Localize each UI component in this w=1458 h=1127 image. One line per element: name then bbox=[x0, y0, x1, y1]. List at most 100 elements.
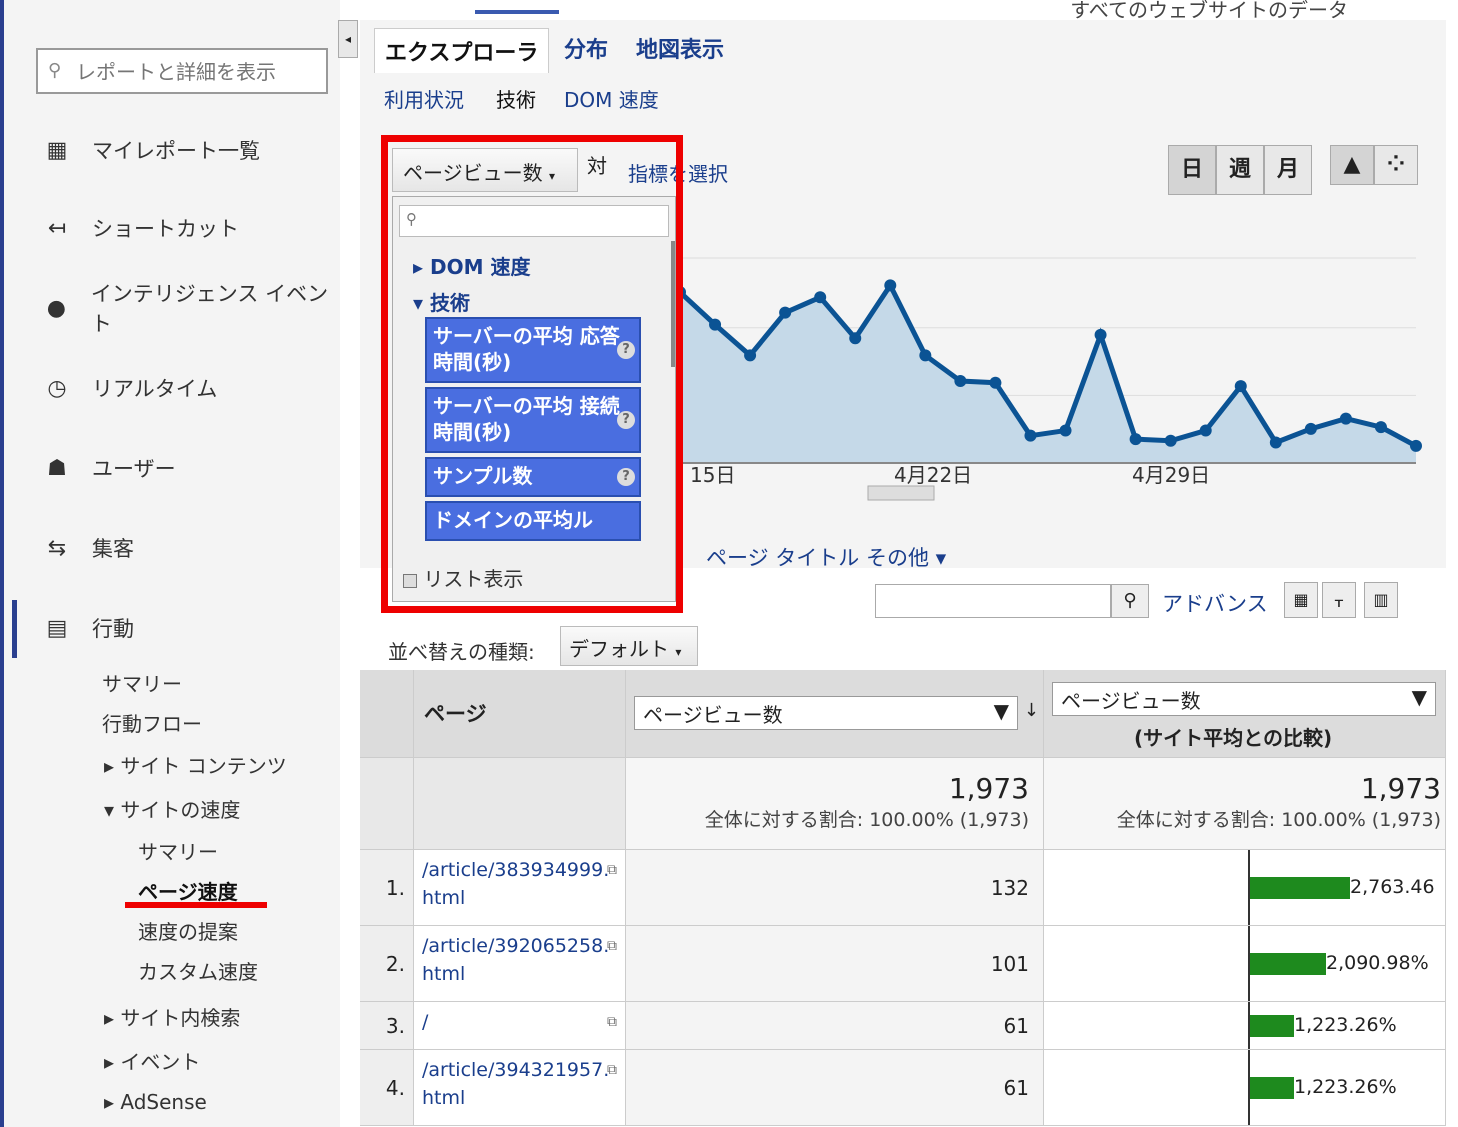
speed-custom[interactable]: カスタム速度 bbox=[138, 956, 258, 985]
subtab-usage[interactable]: 利用状況 bbox=[384, 84, 464, 113]
sub-events[interactable]: ▸ イベント bbox=[104, 1046, 200, 1075]
motion-chart-toggle-icon[interactable]: ⁘ bbox=[1374, 145, 1418, 185]
compare-value: 1,223.26% bbox=[1294, 1076, 1397, 1098]
total-note: 全体に対する割合: 100.00% (1,973) bbox=[1116, 809, 1441, 831]
data-table: ページ ページビュー数 ▼ ↓ ページビュー数 ▼ (サイト平均との比較) 1,97… bbox=[360, 670, 1446, 1127]
open-external-icon[interactable]: ⧉ bbox=[607, 856, 617, 884]
data-point[interactable] bbox=[1339, 412, 1352, 425]
open-external-icon[interactable]: ⧉ bbox=[607, 1008, 617, 1036]
sort-type-select[interactable]: デフォルト ▾ bbox=[560, 626, 698, 666]
report-search[interactable]: ⚲ bbox=[36, 48, 328, 94]
period-day-button[interactable]: 日 bbox=[1168, 145, 1216, 195]
data-point[interactable] bbox=[1129, 433, 1142, 446]
data-point[interactable] bbox=[849, 332, 862, 345]
speed-page-timings[interactable]: ページ速度 bbox=[138, 876, 238, 905]
data-point[interactable] bbox=[1199, 424, 1212, 437]
compare-value: 1,223.26% bbox=[1294, 1014, 1397, 1036]
data-point[interactable] bbox=[1410, 439, 1422, 452]
total-note: 全体に対する割合: 100.00% (1,973) bbox=[704, 809, 1029, 831]
sidebar-item-label: ユーザー bbox=[92, 457, 176, 481]
header-compare: ページビュー数 ▼ (サイト平均との比較) bbox=[1044, 670, 1446, 758]
row-index: 2. bbox=[360, 926, 414, 1002]
comparison-view-icon[interactable]: ▥ bbox=[1364, 582, 1398, 618]
sidebar-item-realtime[interactable]: ◷ リアルタイム bbox=[40, 368, 217, 408]
period-month-button[interactable]: 月 bbox=[1264, 145, 1312, 195]
compare-cell: 1,223.26% bbox=[1044, 1050, 1446, 1126]
pageviews-cell: 132 bbox=[626, 850, 1044, 926]
data-point[interactable] bbox=[1374, 421, 1387, 434]
active-indicator bbox=[475, 10, 559, 14]
period-week-button[interactable]: 週 bbox=[1216, 145, 1264, 195]
page-link[interactable]: /article/383934999.html ⧉ bbox=[414, 850, 626, 926]
compare-value: 2,763.46 bbox=[1350, 876, 1435, 898]
sidebar-item-label: インテリジェンス イベント bbox=[90, 282, 329, 336]
table-search-input[interactable] bbox=[875, 584, 1111, 618]
sidebar-item-my-reports[interactable]: ▦ マイレポート一覧 bbox=[40, 130, 260, 170]
compare-bar bbox=[1250, 877, 1350, 899]
pivot-view-icon[interactable]: ᚁ bbox=[1322, 582, 1356, 618]
highlight-box bbox=[381, 135, 683, 613]
row-index: 4. bbox=[360, 1050, 414, 1126]
speed-summary[interactable]: サマリー bbox=[138, 836, 218, 865]
compare-cell: 2,090.98% bbox=[1044, 926, 1446, 1002]
data-point[interactable] bbox=[779, 306, 792, 319]
data-point[interactable] bbox=[1094, 328, 1107, 341]
view-tabs: エクスプローラ 分布 地図表示 利用状況 技術 DOM 速度 bbox=[360, 20, 1446, 129]
tab-distribution[interactable]: 分布 bbox=[564, 32, 608, 64]
report-search-input[interactable] bbox=[74, 56, 318, 88]
data-point[interactable] bbox=[884, 279, 897, 292]
compare-cell: 2,763.46 bbox=[1044, 850, 1446, 926]
sub-site-search[interactable]: ▸ サイト内検索 bbox=[104, 1002, 240, 1031]
compare-subtitle: (サイト平均との比較) bbox=[1134, 726, 1333, 750]
compare-cell: 1,223.26% bbox=[1044, 1002, 1446, 1050]
sidebar-item-intelligence[interactable]: ● インテリジェンス イベント bbox=[40, 282, 340, 336]
sub-behavior-flow[interactable]: 行動フロー bbox=[102, 708, 202, 737]
data-point[interactable] bbox=[744, 349, 757, 362]
sub-summary[interactable]: サマリー bbox=[102, 668, 182, 697]
sidebar: ⚲ ▦ マイレポート一覧 ↤ ショートカット ● インテリジェンス イベント ◷… bbox=[0, 0, 340, 1127]
sidebar-item-users[interactable]: ☗ ユーザー bbox=[40, 448, 176, 488]
sidebar-item-label: ショートカット bbox=[92, 217, 239, 241]
open-external-icon[interactable]: ⧉ bbox=[607, 932, 617, 960]
collapse-sidebar-button[interactable]: ◂ bbox=[338, 20, 358, 58]
sub-site-speed[interactable]: ▾ サイトの速度 bbox=[104, 794, 240, 823]
data-point[interactable] bbox=[814, 291, 827, 304]
metric-column-select[interactable]: ページビュー数 ▼ bbox=[634, 696, 1018, 730]
subtab-technical[interactable]: 技術 bbox=[496, 84, 536, 113]
page-link[interactable]: /article/392065258.html ⧉ bbox=[414, 926, 626, 1002]
header-page[interactable]: ページ bbox=[414, 670, 626, 758]
data-point[interactable] bbox=[919, 349, 932, 362]
line-chart-toggle-icon[interactable]: ▲ bbox=[1330, 145, 1374, 185]
page-link[interactable]: /article/394321957.html ⧉ bbox=[414, 1050, 626, 1126]
data-point[interactable] bbox=[709, 318, 722, 331]
row-index: 1. bbox=[360, 850, 414, 926]
data-point[interactable] bbox=[1304, 422, 1317, 435]
tab-explorer[interactable]: エクスプローラ bbox=[374, 28, 550, 73]
data-point[interactable] bbox=[1269, 436, 1282, 449]
open-external-icon[interactable]: ⧉ bbox=[607, 1056, 617, 1084]
sub-site-content[interactable]: ▸ サイト コンテンツ bbox=[104, 750, 287, 779]
data-point[interactable] bbox=[1164, 434, 1177, 447]
sort-desc-icon[interactable]: ↓ bbox=[1024, 700, 1039, 721]
data-point[interactable] bbox=[954, 375, 967, 387]
search-icon[interactable]: ⚲ bbox=[1111, 584, 1149, 618]
data-point[interactable] bbox=[1024, 429, 1037, 442]
dimension-page-title-link[interactable]: ページ タイトル bbox=[706, 542, 859, 572]
data-point[interactable] bbox=[1234, 380, 1247, 393]
chart-resize-handle[interactable] bbox=[867, 485, 935, 501]
table-view-icon[interactable]: ▦ bbox=[1284, 582, 1318, 618]
sidebar-item-behavior[interactable]: ▤ 行動 bbox=[40, 608, 134, 648]
data-point[interactable] bbox=[1059, 424, 1072, 437]
nav-active-indicator bbox=[12, 600, 17, 658]
advanced-filter-link[interactable]: アドバンス bbox=[1162, 588, 1268, 618]
sidebar-item-acquisition[interactable]: ⇆ 集客 bbox=[40, 528, 134, 568]
sub-adsense[interactable]: ▸ AdSense bbox=[104, 1090, 207, 1114]
sidebar-item-shortcuts[interactable]: ↤ ショートカット bbox=[40, 208, 239, 248]
page-link[interactable]: / ⧉ bbox=[414, 1002, 626, 1050]
dimension-other-link[interactable]: その他 ▾ bbox=[866, 542, 946, 572]
compare-column-select[interactable]: ページビュー数 ▼ bbox=[1052, 682, 1436, 716]
speed-suggestions[interactable]: 速度の提案 bbox=[138, 916, 238, 945]
data-point[interactable] bbox=[989, 376, 1002, 389]
subtab-dom-timing[interactable]: DOM 速度 bbox=[564, 84, 659, 113]
tab-map[interactable]: 地図表示 bbox=[636, 32, 724, 64]
